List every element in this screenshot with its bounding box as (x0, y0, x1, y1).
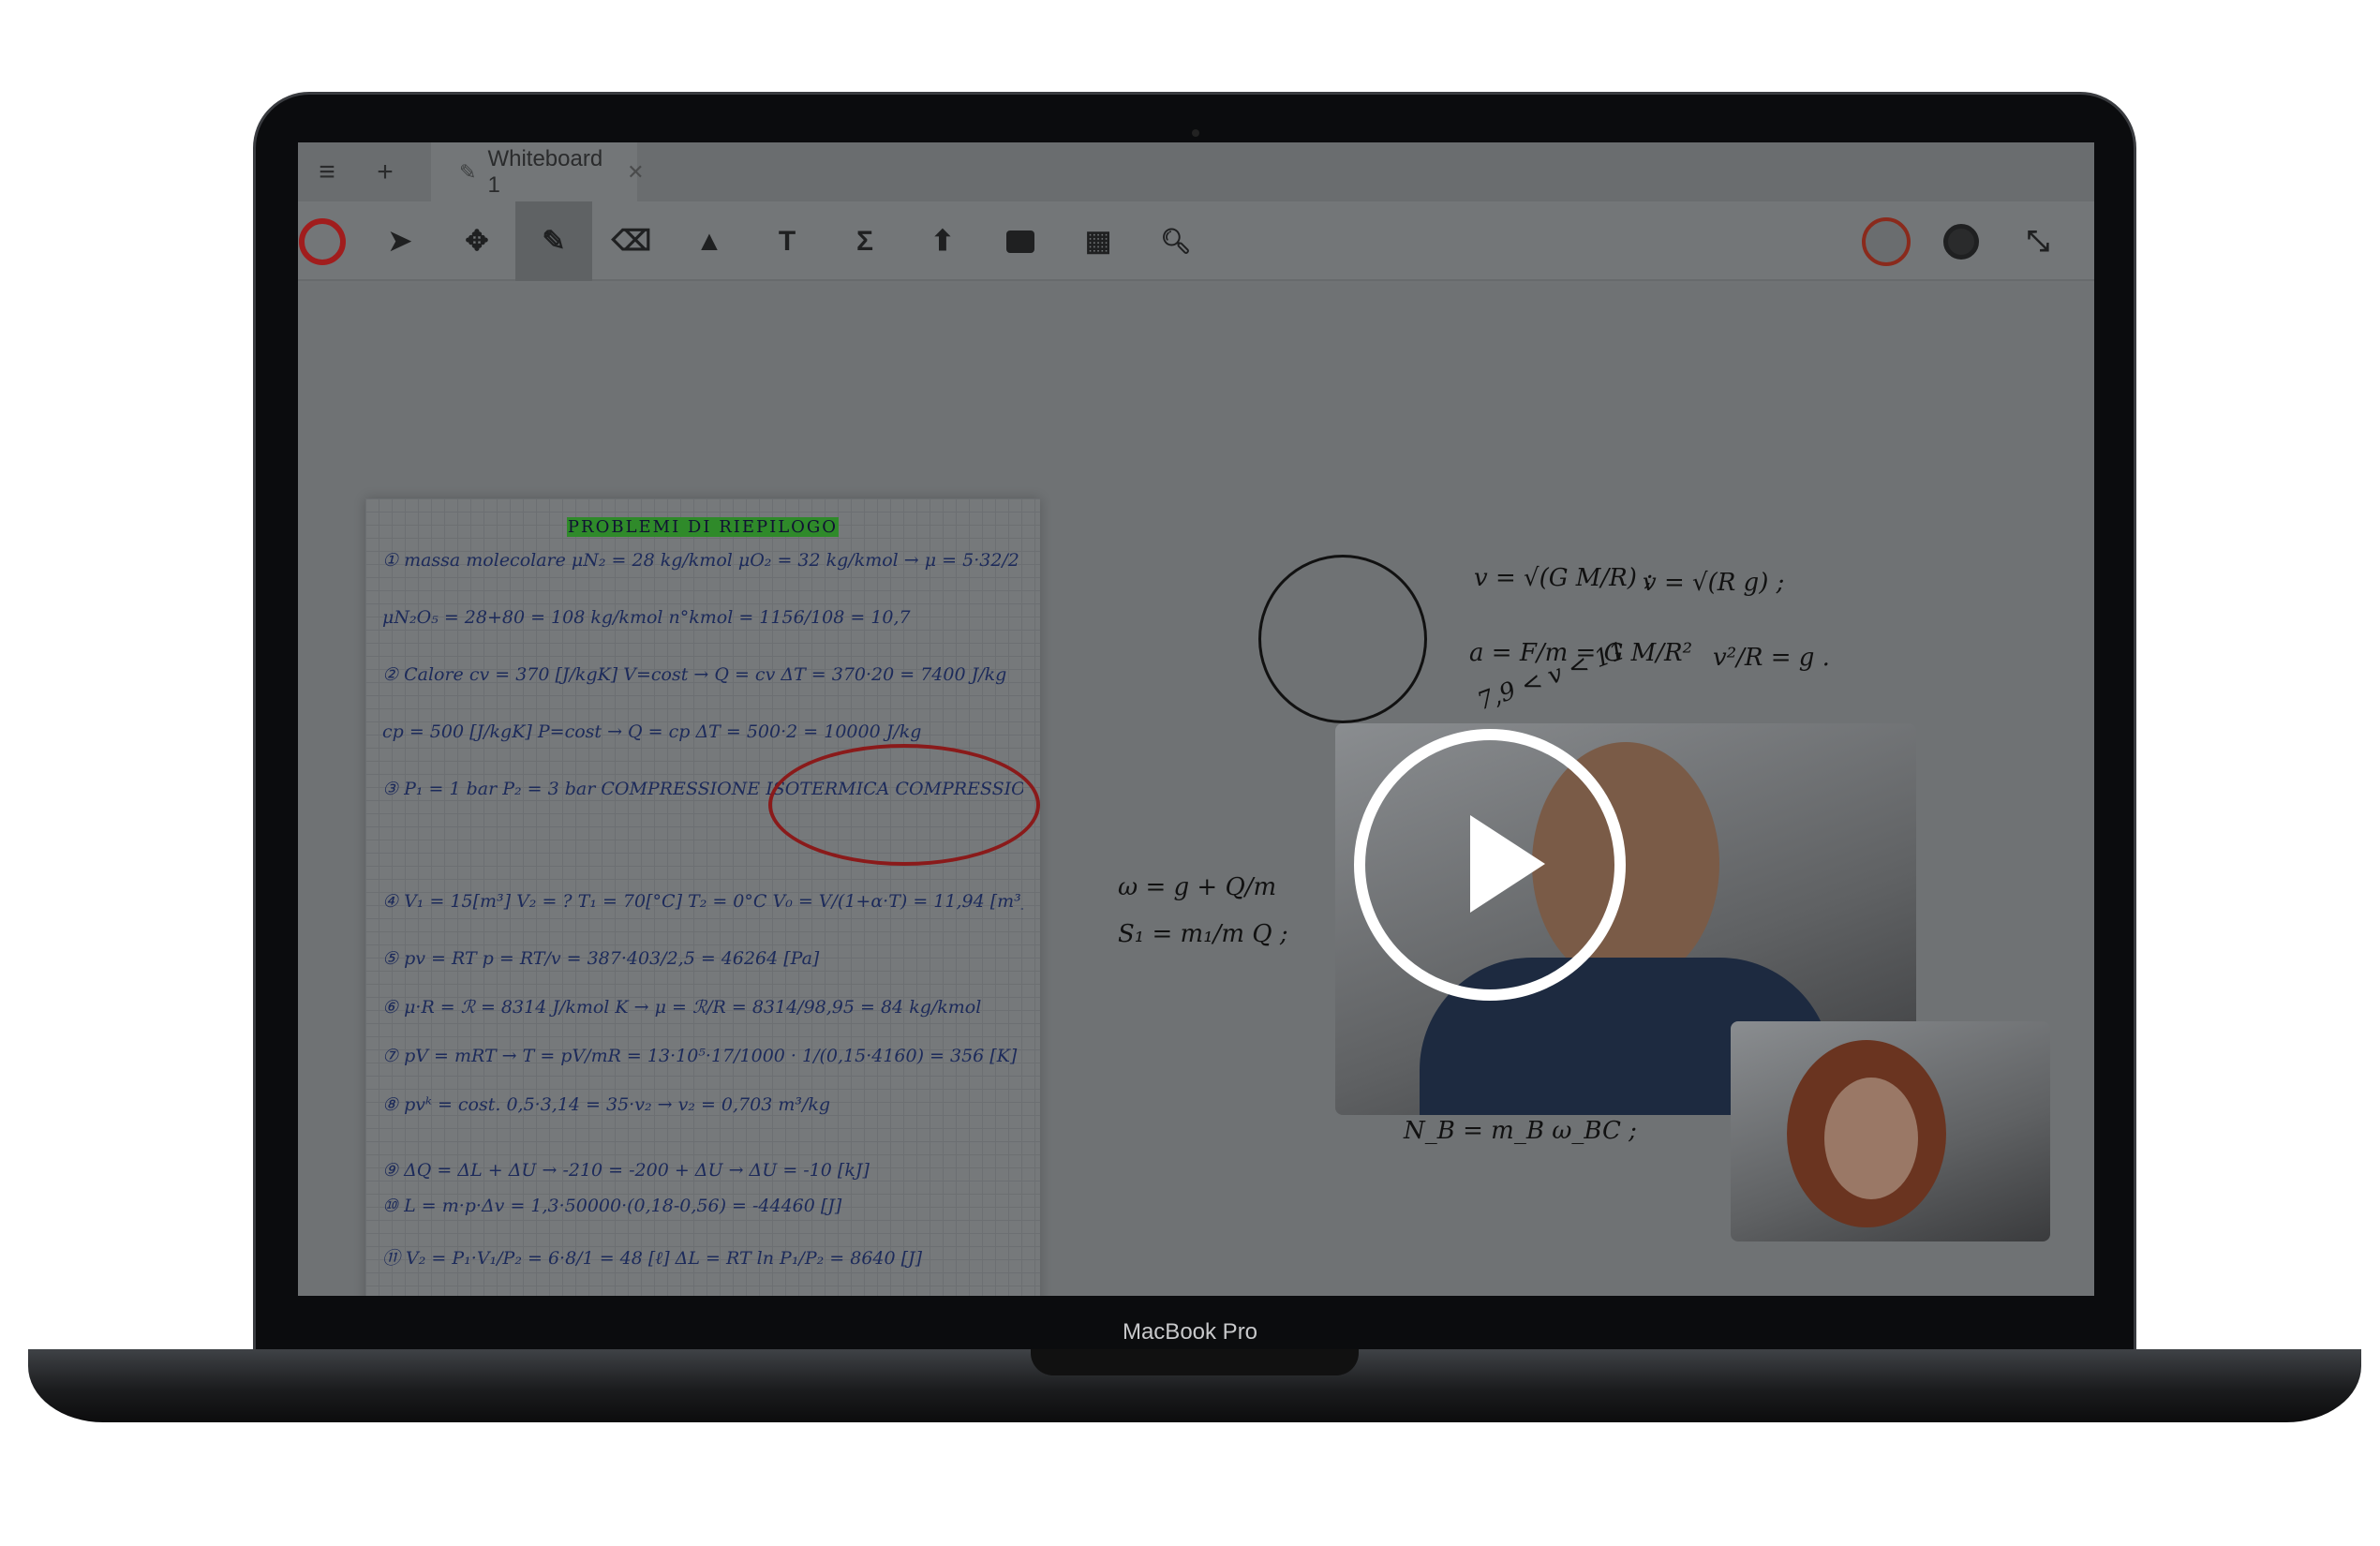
formula-tool[interactable]: Σ (826, 201, 903, 281)
close-icon[interactable]: ✕ (627, 160, 644, 185)
exit-fullscreen-button[interactable]: ⤡ (2000, 201, 2076, 281)
device-label: MacBook Pro (1122, 1319, 1258, 1345)
equation: N_B = m_B ω_BC ; (1404, 1117, 1637, 1145)
note-line: ④ V₁ = 15[m³] V₂ = ? T₁ = 70[°C] T₂ = 0°… (382, 891, 1023, 912)
eraser-tool[interactable]: ⌫ (593, 201, 670, 281)
equation: v = √(G M/R) ; (1474, 564, 1653, 592)
select-tool[interactable]: ➤ (362, 201, 439, 281)
move-tool[interactable]: ✥ (439, 201, 515, 281)
note-line: ⑨ ΔQ = ΔL + ΔU → -210 = -200 + ΔU → ΔU =… (382, 1160, 870, 1181)
note-line: μN₂O₅ = 28+80 = 108 kg/kmol n°kmol = 115… (382, 607, 911, 628)
color-picker-button[interactable] (298, 201, 361, 281)
note-line: ⑩ L = m·p·Δv = 1,3·50000·(0,18-0,56) = -… (382, 1196, 842, 1216)
camera-icon (1006, 230, 1034, 253)
note-line: ⑧ pvᵏ = cost. 0,5·3,14 = 35·v₂ → v₂ = 0,… (382, 1094, 831, 1115)
pen-tool[interactable]: ✎ (515, 201, 592, 281)
equation: S₁ = m₁/m Q ; (1118, 920, 1288, 948)
note-line: ⑥ μ·R = ℛ = 8314 J/kmol K → μ = ℛ/R = 83… (382, 997, 982, 1018)
circle-icon (299, 217, 346, 265)
equation: ω = g + Q/m (1118, 873, 1277, 901)
notes-image: PROBLEMI DI RIEPILOGO ① massa molecolare… (365, 498, 1040, 1296)
history-button[interactable] (1923, 201, 2000, 281)
earth-drawing (1258, 555, 1427, 723)
note-line: ② Calore cv = 370 [J/kgK] V=cost → Q = c… (382, 664, 1007, 685)
edit-icon: ✎ (459, 159, 477, 184)
video-participant-secondary[interactable] (1731, 1021, 2050, 1241)
search-icon: 🔍︎ (1160, 227, 1192, 255)
tab-label: Whiteboard 1 (487, 145, 603, 198)
laptop-notch (1031, 1349, 1359, 1375)
shapes-icon: ▲ (695, 225, 723, 257)
note-line: ⑤ pv = RT p = RT/v = 387·403/2,5 = 46264… (382, 948, 820, 969)
grid-tool[interactable]: ▦ (1060, 201, 1137, 281)
camera-tool[interactable] (982, 201, 1059, 281)
tab-whiteboard[interactable]: ✎ Whiteboard 1 ✕ (431, 142, 645, 201)
user-button[interactable] (1848, 201, 1925, 281)
eraser-icon: ⌫ (611, 226, 652, 257)
text-tool[interactable]: T (749, 201, 826, 281)
whiteboard-canvas[interactable]: PROBLEMI DI RIEPILOGO ① massa molecolare… (298, 283, 2094, 1296)
compress-icon: ⤡ (2027, 225, 2049, 257)
participant-face (1824, 1078, 1918, 1199)
tab-bar: ≡ + ✎ Whiteboard 1 ✕ (298, 142, 2094, 201)
clock-icon (1943, 223, 1979, 260)
note-line: ⑦ pV = mRT → T = pV/mR = 13·10⁵·17/1000 … (382, 1046, 1018, 1066)
sigma-icon: Σ (855, 225, 873, 257)
user-avatar-icon (1862, 216, 1911, 266)
toolbar: ➤ ✥ ✎ ⌫ ▲ T Σ ⬆ ▦ 🔍︎ ⤡ (298, 201, 2094, 281)
app-screen: ≡ + ✎ Whiteboard 1 ✕ ➤ ✥ ✎ ⌫ ▲ T Σ ⬆ ▦ 🔍… (298, 142, 2094, 1296)
camera-dot (1192, 129, 1199, 137)
upload-tool[interactable]: ⬆ (904, 201, 981, 281)
move-icon: ✥ (465, 226, 489, 257)
note-line: ⑪ V₂ = P₁·V₁/P₂ = 6·8/1 = 48 [ℓ] ΔL = RT… (382, 1248, 923, 1269)
menu-icon[interactable]: ≡ (298, 142, 356, 201)
text-icon: T (778, 225, 796, 257)
grid-icon: ▦ (1084, 226, 1112, 257)
plus-icon[interactable]: + (356, 142, 414, 201)
pointer-icon: ➤ (388, 226, 412, 257)
zoom-tool[interactable]: 🔍︎ (1138, 201, 1214, 281)
upload-icon: ⬆ (930, 226, 955, 257)
note-line: ① massa molecolare μN₂ = 28 kg/kmol μO₂ … (382, 550, 1023, 571)
notes-title: PROBLEMI DI RIEPILOGO (567, 517, 839, 537)
highlight-ellipse (768, 744, 1040, 866)
equation: v = √(R g) ; (1643, 569, 1785, 597)
pencil-icon: ✎ (542, 226, 566, 257)
shapes-tool[interactable]: ▲ (671, 201, 748, 281)
play-button[interactable] (1354, 729, 1626, 1001)
equation: v²/R = g . (1713, 644, 1830, 672)
